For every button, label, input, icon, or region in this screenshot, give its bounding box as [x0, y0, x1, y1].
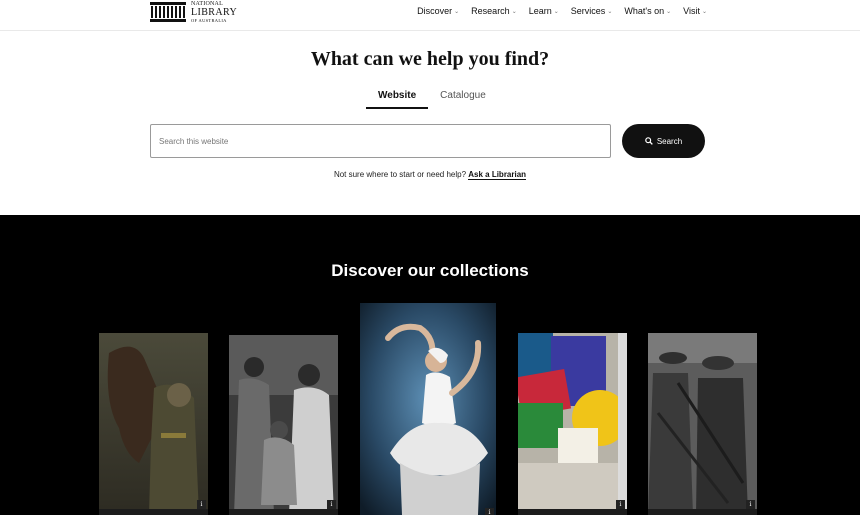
search-input[interactable] — [150, 124, 611, 158]
info-icon[interactable]: i — [746, 500, 755, 509]
nav-whats-on[interactable]: What's on ⌄ — [624, 6, 671, 16]
nav-services[interactable]: Services ⌄ — [571, 6, 613, 16]
tab-website[interactable]: Website — [366, 88, 429, 109]
nav-learn[interactable]: Learn ⌄ — [529, 6, 559, 16]
info-icon[interactable]: i — [616, 500, 625, 509]
search-button-label: Search — [656, 136, 683, 146]
nav-label: What's on — [624, 6, 665, 16]
info-icon[interactable]: i — [327, 500, 336, 509]
logo-line-2: LIBRARY — [191, 6, 238, 18]
chevron-down-icon: ⌄ — [701, 8, 707, 15]
logo-wordmark: NATIONAL LIBRARY OF AUSTRALIA — [191, 1, 237, 24]
nav-label: Visit — [683, 6, 700, 16]
site-header: NATIONAL LIBRARY OF AUSTRALIA Discover ⌄ … — [0, 0, 860, 31]
chevron-down-icon: ⌄ — [666, 8, 672, 15]
help-line: Not sure where to start or need help? As… — [0, 170, 860, 180]
logo-line-1: NATIONAL — [191, 0, 223, 7]
main-nav: Discover ⌄ Research ⌄ Learn ⌄ Services ⌄ Wha… — [417, 6, 707, 16]
ballerina-photo — [360, 303, 496, 515]
collection-card-family[interactable]: i — [229, 335, 338, 515]
search-button[interactable]: Search — [622, 124, 705, 158]
collection-card-soldiers[interactable]: i — [648, 333, 757, 515]
nla-logo[interactable]: NATIONAL LIBRARY OF AUSTRALIA — [150, 1, 237, 23]
collections-title: Discover our collections — [331, 261, 529, 280]
collection-card-ballerina[interactable]: i — [360, 303, 496, 515]
library-building-icon — [150, 2, 186, 22]
collection-card-horse[interactable]: i — [99, 333, 208, 515]
logo-line-3: OF AUSTRALIA — [191, 17, 227, 23]
search-icon — [645, 137, 653, 145]
nav-research[interactable]: Research ⌄ — [471, 6, 517, 16]
info-icon[interactable]: i — [485, 508, 494, 515]
chevron-down-icon: ⌄ — [454, 8, 460, 15]
political-posters-photo — [518, 333, 627, 515]
chevron-down-icon: ⌄ — [607, 8, 613, 15]
soldiers-march-photo — [648, 333, 757, 515]
chevron-down-icon: ⌄ — [553, 8, 559, 15]
nav-discover[interactable]: Discover ⌄ — [417, 6, 459, 16]
section-notch — [398, 215, 462, 223]
info-icon[interactable]: i — [197, 500, 206, 509]
ask-a-librarian-link[interactable]: Ask a Librarian — [468, 170, 527, 180]
nav-label: Services — [570, 6, 606, 16]
family-portrait-photo — [229, 335, 338, 515]
chevron-down-icon: ⌄ — [511, 8, 517, 15]
search-tabs: Website Catalogue — [366, 88, 498, 109]
help-text: Not sure where to start or need help? — [333, 170, 467, 179]
nav-label: Research — [471, 6, 510, 16]
horse-and-soldier-photo — [99, 333, 208, 515]
nav-visit[interactable]: Visit ⌄ — [683, 6, 707, 16]
collection-card-posters[interactable]: i — [518, 333, 627, 515]
tab-catalogue[interactable]: Catalogue — [428, 88, 498, 109]
nav-label: Learn — [528, 6, 552, 16]
nav-label: Discover — [417, 6, 453, 16]
page-title: What can we help you find? — [310, 48, 550, 70]
